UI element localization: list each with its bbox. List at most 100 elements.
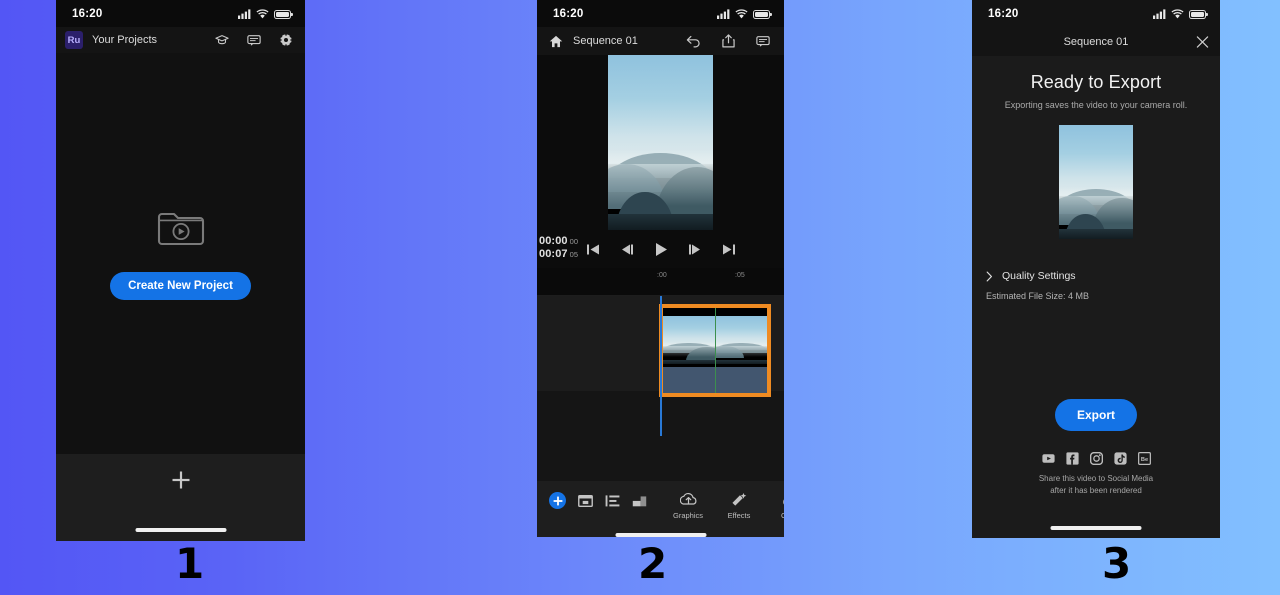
plus-icon[interactable] bbox=[171, 470, 191, 490]
export-panel: Ready to Export Exporting saves the vide… bbox=[972, 56, 1220, 538]
empty-state: Create New Project bbox=[56, 53, 305, 454]
app-bar: Sequence 01 bbox=[537, 27, 784, 55]
share-icon[interactable] bbox=[722, 34, 735, 48]
status-bar: 16:20 bbox=[537, 0, 784, 27]
bottom-bar bbox=[56, 454, 305, 541]
toolbar-right-group: Graphics Effects Color bbox=[671, 492, 784, 520]
layers-button[interactable] bbox=[605, 494, 620, 508]
screen-1-projects: 16:20 Ru Your Projects Create New Projec… bbox=[56, 0, 305, 541]
screen-2-editor: 16:20 Sequence 01 00:00 00 00:07 05:00 … bbox=[537, 0, 784, 537]
step-number-2: 2 bbox=[638, 539, 668, 588]
transitions-button[interactable] bbox=[632, 494, 647, 508]
color-icon bbox=[782, 498, 784, 506]
toolbar-left-group bbox=[549, 492, 647, 509]
play-button[interactable] bbox=[654, 242, 668, 257]
graphics-label: Graphics bbox=[672, 511, 703, 520]
export-button[interactable]: Export bbox=[1054, 399, 1137, 431]
folder-play-icon bbox=[157, 212, 204, 245]
step-number-1: 1 bbox=[175, 539, 205, 588]
current-frames: 00 bbox=[569, 237, 579, 246]
feedback-icon[interactable] bbox=[247, 34, 261, 47]
add-media-button[interactable] bbox=[549, 492, 566, 509]
skip-to-start-button[interactable] bbox=[586, 243, 600, 256]
step-back-button[interactable] bbox=[620, 243, 634, 256]
preview-thumbnail[interactable] bbox=[1059, 125, 1133, 239]
ruler-tick-1: :05 bbox=[735, 272, 745, 279]
color-tool[interactable]: Color bbox=[773, 492, 784, 520]
wifi-icon bbox=[256, 8, 269, 18]
quality-settings-row[interactable]: Quality Settings bbox=[986, 270, 1220, 282]
timeline[interactable] bbox=[537, 296, 784, 481]
skip-to-end-button[interactable] bbox=[722, 243, 736, 256]
status-icons bbox=[1153, 8, 1208, 19]
timeline-ruler[interactable]: :00 :05 bbox=[537, 268, 784, 296]
duration-frames: 05 bbox=[569, 250, 579, 259]
screen-3-export: 16:20 Sequence 01 Ready to Export Export… bbox=[972, 0, 1220, 538]
duration-time: 00:07 bbox=[539, 248, 568, 260]
export-subheading: Exporting saves the video to your camera… bbox=[1004, 100, 1188, 110]
app-bar-actions bbox=[215, 33, 293, 47]
home-indicator bbox=[615, 533, 706, 537]
video-clip-selected[interactable] bbox=[659, 304, 771, 397]
rush-logo: Ru bbox=[65, 31, 83, 49]
settings-gear-icon[interactable] bbox=[279, 33, 293, 47]
effects-tool[interactable]: Effects bbox=[722, 492, 756, 520]
share-note-line-2: after it has been rendered bbox=[1050, 486, 1142, 495]
crop-transform-button[interactable] bbox=[578, 494, 593, 508]
step-forward-button[interactable] bbox=[688, 243, 702, 256]
comment-icon[interactable] bbox=[756, 35, 770, 48]
home-icon[interactable] bbox=[549, 35, 563, 48]
wifi-icon bbox=[735, 8, 748, 18]
graphics-icon bbox=[679, 492, 696, 505]
ruler-tick-0: :00 bbox=[657, 272, 667, 279]
current-time: 00:00 bbox=[539, 235, 568, 247]
create-new-project-button[interactable]: Create New Project bbox=[110, 271, 251, 300]
home-indicator bbox=[135, 528, 226, 532]
close-icon[interactable] bbox=[1196, 35, 1209, 48]
status-time: 16:20 bbox=[988, 7, 1019, 20]
cellular-signal-icon bbox=[1153, 8, 1166, 19]
estimated-file-size: Estimated File Size: 4 MB bbox=[986, 291, 1090, 301]
sequence-title: Sequence 01 bbox=[1063, 35, 1129, 48]
app-bar: Sequence 01 bbox=[972, 27, 1220, 56]
battery-icon bbox=[274, 9, 293, 19]
status-icons bbox=[717, 8, 772, 19]
social-share-row: Be bbox=[972, 452, 1220, 465]
status-icons bbox=[238, 8, 293, 19]
transport-controls: 00:00 00 00:07 05 bbox=[537, 230, 784, 268]
graphics-tool[interactable]: Graphics bbox=[671, 492, 705, 520]
status-bar: 16:20 bbox=[56, 0, 305, 27]
youtube-icon[interactable] bbox=[1041, 452, 1055, 465]
status-time: 16:20 bbox=[553, 7, 584, 20]
preview-frame[interactable] bbox=[608, 55, 713, 230]
instagram-icon[interactable] bbox=[1089, 452, 1103, 465]
status-time: 16:20 bbox=[72, 7, 103, 20]
learn-icon[interactable] bbox=[215, 33, 229, 47]
color-label: Color bbox=[781, 511, 784, 520]
tiktok-icon[interactable] bbox=[1113, 452, 1127, 465]
battery-icon bbox=[753, 9, 772, 19]
video-preview bbox=[537, 55, 784, 230]
clip-split-marker bbox=[715, 308, 716, 393]
editor-toolbar: Graphics Effects Color bbox=[537, 481, 784, 537]
undo-icon[interactable] bbox=[686, 35, 701, 48]
quality-settings-label: Quality Settings bbox=[1002, 270, 1076, 282]
app-bar-actions bbox=[686, 34, 770, 48]
status-bar: 16:20 bbox=[972, 0, 1220, 27]
playhead[interactable] bbox=[660, 296, 662, 436]
page-title: Your Projects bbox=[92, 34, 158, 46]
share-note-line-1: Share this video to Social Media bbox=[1038, 474, 1154, 483]
facebook-icon[interactable] bbox=[1065, 452, 1079, 465]
chevron-right-icon bbox=[986, 271, 993, 281]
step-number-3: 3 bbox=[1102, 539, 1132, 588]
share-note: Share this video to Social Media after i… bbox=[972, 473, 1220, 497]
export-heading: Ready to Export bbox=[1030, 72, 1162, 92]
effects-label: Effects bbox=[727, 511, 751, 520]
export-action: Export bbox=[972, 399, 1220, 431]
timecode-display: 00:00 00 00:07 05 bbox=[539, 235, 578, 261]
behance-icon[interactable]: Be bbox=[1137, 452, 1151, 465]
wifi-icon bbox=[1171, 8, 1184, 18]
svg-text:Be: Be bbox=[1140, 457, 1147, 463]
cellular-signal-icon bbox=[238, 8, 251, 19]
battery-icon bbox=[1189, 9, 1208, 19]
